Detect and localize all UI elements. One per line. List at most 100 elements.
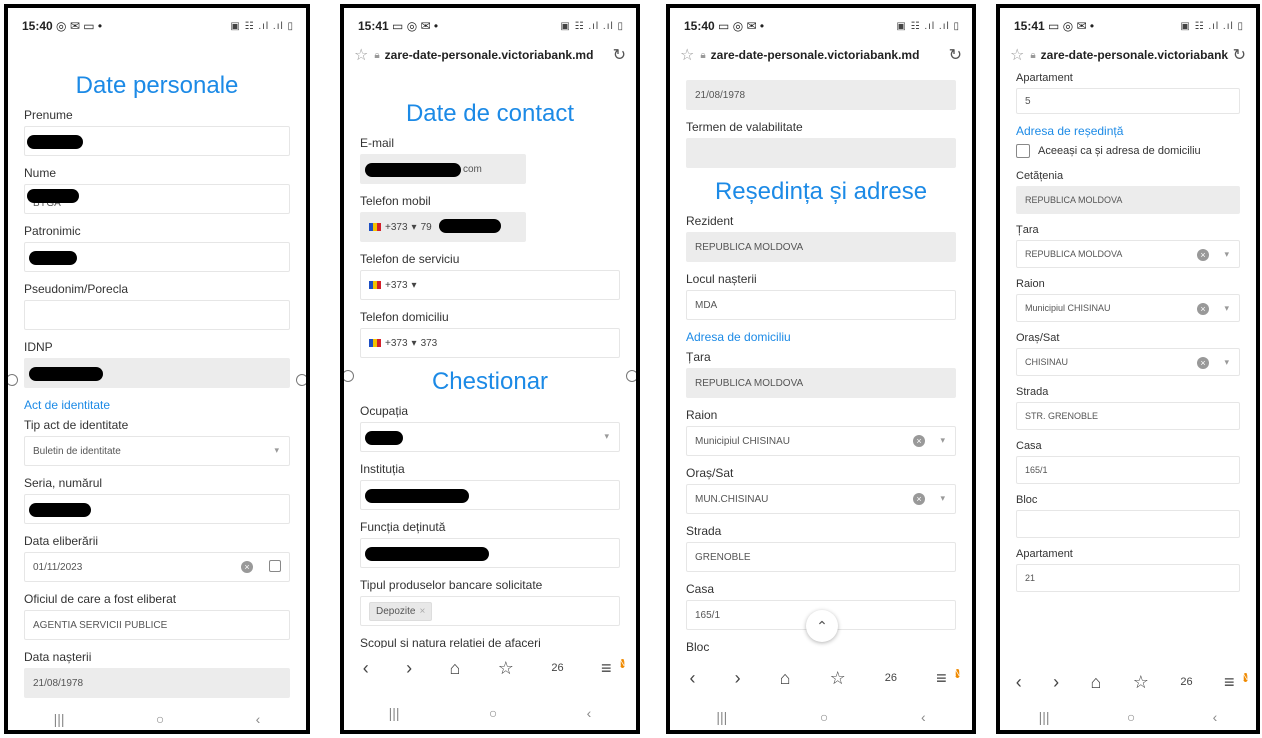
strada-input[interactable]: STR. GRENOBLE (1016, 402, 1240, 430)
home-button[interactable]: ○ (820, 709, 828, 725)
bloc-input[interactable] (1016, 510, 1240, 538)
browser-forward-button[interactable]: › (406, 658, 412, 679)
url-text[interactable]: zare-date-personale.victoriabank.md (385, 48, 609, 62)
oras-value: CHISINAU (1025, 357, 1069, 367)
email-input[interactable]: com (360, 154, 526, 184)
seria-input[interactable] (24, 494, 290, 524)
same-address-checkbox[interactable] (1016, 144, 1030, 158)
tara-input[interactable]: REPUBLICA MOLDOVA (686, 368, 956, 398)
browser-back-button[interactable]: ‹ (690, 668, 696, 689)
browser-url-bar[interactable]: ☆ 🔒︎ zare-date-personale.victoriabank.md… (1010, 42, 1246, 68)
reload-icon[interactable]: ↻ (949, 45, 962, 65)
home-button[interactable]: ○ (156, 711, 164, 727)
cetatenia-input[interactable]: REPUBLICA MOLDOVA (1016, 186, 1240, 214)
home-icon[interactable]: ⌂ (450, 658, 461, 679)
recents-button[interactable]: ||| (54, 711, 65, 727)
bookmark-star-icon[interactable]: ☆ (1010, 45, 1024, 65)
chevron-down-icon: ▾ (411, 337, 417, 349)
browser-forward-button[interactable]: › (735, 668, 741, 689)
browser-url-bar[interactable]: ☆ 🔒︎ zare-date-personale.victoriabank.md… (680, 42, 962, 68)
telefon-serviciu-input[interactable]: +373 ▾ (360, 270, 620, 300)
tabs-count-button[interactable]: 26 (885, 672, 897, 684)
data-nasterii-input[interactable]: 21/08/1978 (686, 80, 956, 110)
recents-button[interactable]: ||| (716, 709, 727, 725)
same-address-checkbox-row[interactable]: Aceeași ca și adresa de domiciliu (1016, 144, 1240, 158)
clear-icon[interactable]: × (913, 493, 925, 505)
nume-input[interactable]: BYGA (24, 184, 290, 214)
oras-select[interactable]: CHISINAU × ▾ (1016, 348, 1240, 376)
lock-icon: 🔒︎ (1030, 49, 1036, 61)
back-button[interactable]: ‹ (921, 709, 926, 725)
bookmarks-icon[interactable]: ☆ (830, 668, 846, 689)
clear-icon[interactable]: × (1197, 303, 1209, 315)
idnp-input[interactable] (24, 358, 290, 388)
back-button[interactable]: ‹ (587, 705, 592, 721)
oficiul-input[interactable]: AGENTIA SERVICII PUBLICE (24, 610, 290, 640)
home-button[interactable]: ○ (1127, 709, 1135, 725)
raion-select[interactable]: Municipiul CHISINAU × ▾ (1016, 294, 1240, 322)
country-code-select[interactable]: +373 ▾ (369, 280, 417, 291)
apartament-input[interactable]: 21 (1016, 564, 1240, 592)
home-button[interactable]: ○ (489, 705, 497, 721)
browser-back-button[interactable]: ‹ (363, 658, 369, 679)
label-cetatenia: Cetățenia (1016, 170, 1064, 182)
reload-icon[interactable]: ↻ (1233, 45, 1246, 65)
patronimic-input[interactable] (24, 242, 290, 272)
calendar-icon[interactable] (269, 560, 281, 572)
ocupatia-select[interactable]: ▾ (360, 422, 620, 452)
bookmarks-icon[interactable]: ☆ (1133, 672, 1149, 693)
bookmarks-icon[interactable]: ☆ (498, 658, 514, 679)
country-code-select[interactable]: +373 ▾ 79 (369, 222, 432, 233)
back-button[interactable]: ‹ (1213, 709, 1218, 725)
country-code-select[interactable]: +373 ▾ 373 (369, 338, 437, 349)
raion-select[interactable]: Municipiul CHISINAU × ▾ (686, 426, 956, 456)
telefon-mobil-input[interactable]: +373 ▾ 79 (360, 212, 526, 242)
menu-icon[interactable]: ≡ N (936, 668, 961, 689)
menu-icon[interactable]: ≡ N (1224, 672, 1249, 693)
browser-back-button[interactable]: ‹ (1016, 672, 1022, 693)
clear-icon[interactable]: × (1197, 249, 1209, 261)
reload-icon[interactable]: ↻ (613, 45, 626, 65)
bookmark-star-icon[interactable]: ☆ (354, 45, 368, 65)
clear-icon[interactable]: × (913, 435, 925, 447)
label-data-nasterii: Data nașterii (24, 650, 92, 664)
home-icon[interactable]: ⌂ (780, 668, 791, 689)
browser-url-bar[interactable]: ☆ 🔒︎ zare-date-personale.victoriabank.md… (354, 42, 626, 68)
apartament-top-input[interactable]: 5 (1016, 88, 1240, 114)
prenume-input[interactable] (24, 126, 290, 156)
institutia-input[interactable] (360, 480, 620, 510)
oras-select[interactable]: MUN.CHISINAU × ▾ (686, 484, 956, 514)
functia-input[interactable] (360, 538, 620, 568)
tabs-count-button[interactable]: 26 (1180, 676, 1192, 688)
tip-act-select[interactable]: Buletin de identitate ▾ (24, 436, 290, 466)
telefon-domiciliu-input[interactable]: +373 ▾ 373 (360, 328, 620, 358)
rezident-input[interactable]: REPUBLICA MOLDOVA (686, 232, 956, 262)
menu-icon[interactable]: ≡ N (601, 658, 626, 679)
scroll-to-top-button[interactable]: ⌃ (806, 610, 838, 642)
home-icon[interactable]: ⌂ (1091, 672, 1102, 693)
clear-icon[interactable]: × (1197, 357, 1209, 369)
recents-button[interactable]: ||| (1039, 709, 1050, 725)
url-text[interactable]: zare-date-personale.victoriabank.md (1041, 48, 1229, 62)
bookmark-star-icon[interactable]: ☆ (680, 45, 694, 65)
selected-chip[interactable]: Depozite × (369, 601, 433, 621)
tara-select[interactable]: REPUBLICA MOLDOVA × ▾ (1016, 240, 1240, 268)
tabs-count-button[interactable]: 26 (551, 662, 563, 674)
strada-input[interactable]: GRENOBLE (686, 542, 956, 572)
url-text[interactable]: zare-date-personale.victoriabank.md (711, 48, 945, 62)
tipul-produselor-select[interactable]: Depozite × (360, 596, 620, 626)
browser-forward-button[interactable]: › (1053, 672, 1059, 693)
clear-icon[interactable]: × (241, 561, 253, 573)
notification-badge: N (1242, 672, 1249, 682)
pseudonim-input[interactable] (24, 300, 290, 330)
chevron-down-icon: ▾ (1224, 357, 1229, 367)
recents-button[interactable]: ||| (389, 705, 400, 721)
data-nasterii-input[interactable]: 21/08/1978 (24, 668, 290, 698)
termen-input[interactable] (686, 138, 956, 168)
casa-input[interactable]: 165/1 (1016, 456, 1240, 484)
data-eliberarii-input[interactable]: 01/11/2023 × (24, 552, 290, 582)
status-time: 15:40 (684, 19, 715, 33)
back-button[interactable]: ‹ (256, 711, 261, 727)
locul-nasterii-input[interactable]: MDA (686, 290, 956, 320)
chip-remove-icon[interactable]: × (419, 606, 425, 617)
